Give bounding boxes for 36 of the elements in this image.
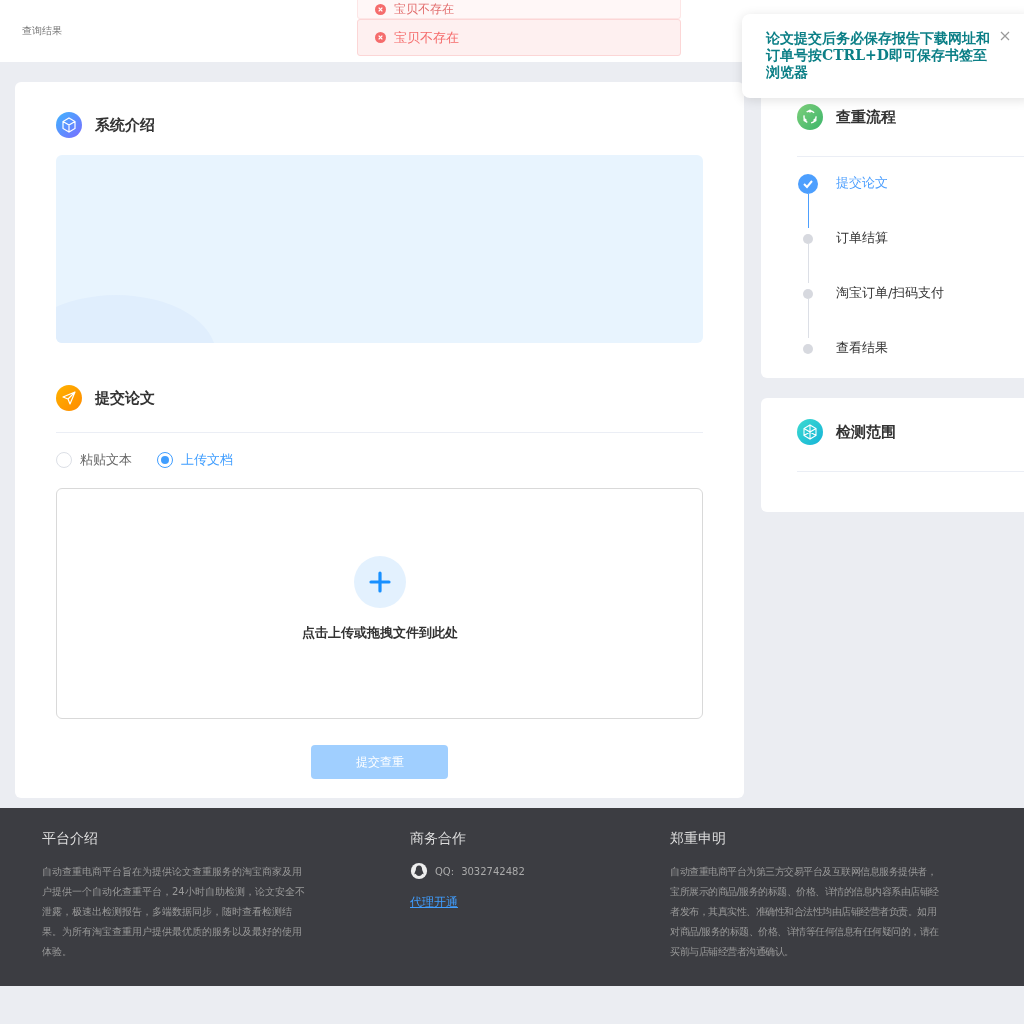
penguin-icon [410, 862, 428, 880]
disclaimer-line: 买前与店铺经营者沟通确认。 [670, 945, 795, 959]
error-icon [375, 3, 386, 15]
paper-plane-icon [56, 385, 82, 411]
recycle-icon [797, 104, 823, 130]
notification-text: 论文提交后务必保存报告下载网址和订单号按CTRL+D即可保存书签至浏览器 [766, 30, 991, 81]
section-title: 查重流程 [836, 107, 896, 127]
qq-label: QQ: [435, 865, 455, 877]
section-title: 检测范围 [836, 422, 896, 442]
step-label: 提交论文 [836, 174, 888, 192]
error-icon [375, 32, 386, 43]
error-message: 宝贝不存在 [357, 19, 681, 56]
footer-heading: 平台介绍 [42, 830, 99, 848]
upload-label: 点击上传或拖拽文件到此处 [301, 623, 458, 642]
agent-link[interactable]: 代理开通 [410, 894, 458, 911]
plus-icon [353, 555, 406, 608]
disclaimer-line: 者发布，其真实性、准确性和合法性均由店铺经营者负责。如用 [670, 905, 937, 919]
disclaimer-line: 对商品/服务的标题、价格、详情等任何信息有任何疑问的，请在 [670, 925, 940, 939]
cube-network-icon [797, 419, 823, 445]
error-message: 宝贝不存在 [357, 0, 681, 19]
breadcrumb[interactable]: 查询结果 [22, 24, 62, 38]
upload-area[interactable]: 点击上传或拖拽文件到此处 [56, 488, 703, 719]
section-title: 系统介绍 [95, 115, 155, 135]
step-label: 淘宝订单/扫码支付 [836, 284, 945, 302]
disclaimer-line: 宝所展示的商品/服务的标题、价格、详情的信息内容系由店铺经 [670, 885, 940, 899]
footer-heading: 商务合作 [410, 830, 467, 848]
cube-icon [56, 112, 82, 138]
radio-option[interactable]: 粘贴文本 [56, 451, 132, 469]
radio-option[interactable]: 上传文档 [157, 451, 233, 469]
close-icon[interactable] [1000, 31, 1010, 41]
step-label: 查看结果 [836, 339, 888, 357]
section-title: 提交论文 [95, 388, 155, 408]
qq-number: 3032742482 [461, 865, 525, 877]
disclaimer-line: 自动查重电商平台为第三方交易平台及互联网信息服务提供者， [670, 865, 937, 879]
footer-heading: 郑重申明 [670, 830, 727, 848]
step-label: 订单结算 [836, 229, 888, 247]
